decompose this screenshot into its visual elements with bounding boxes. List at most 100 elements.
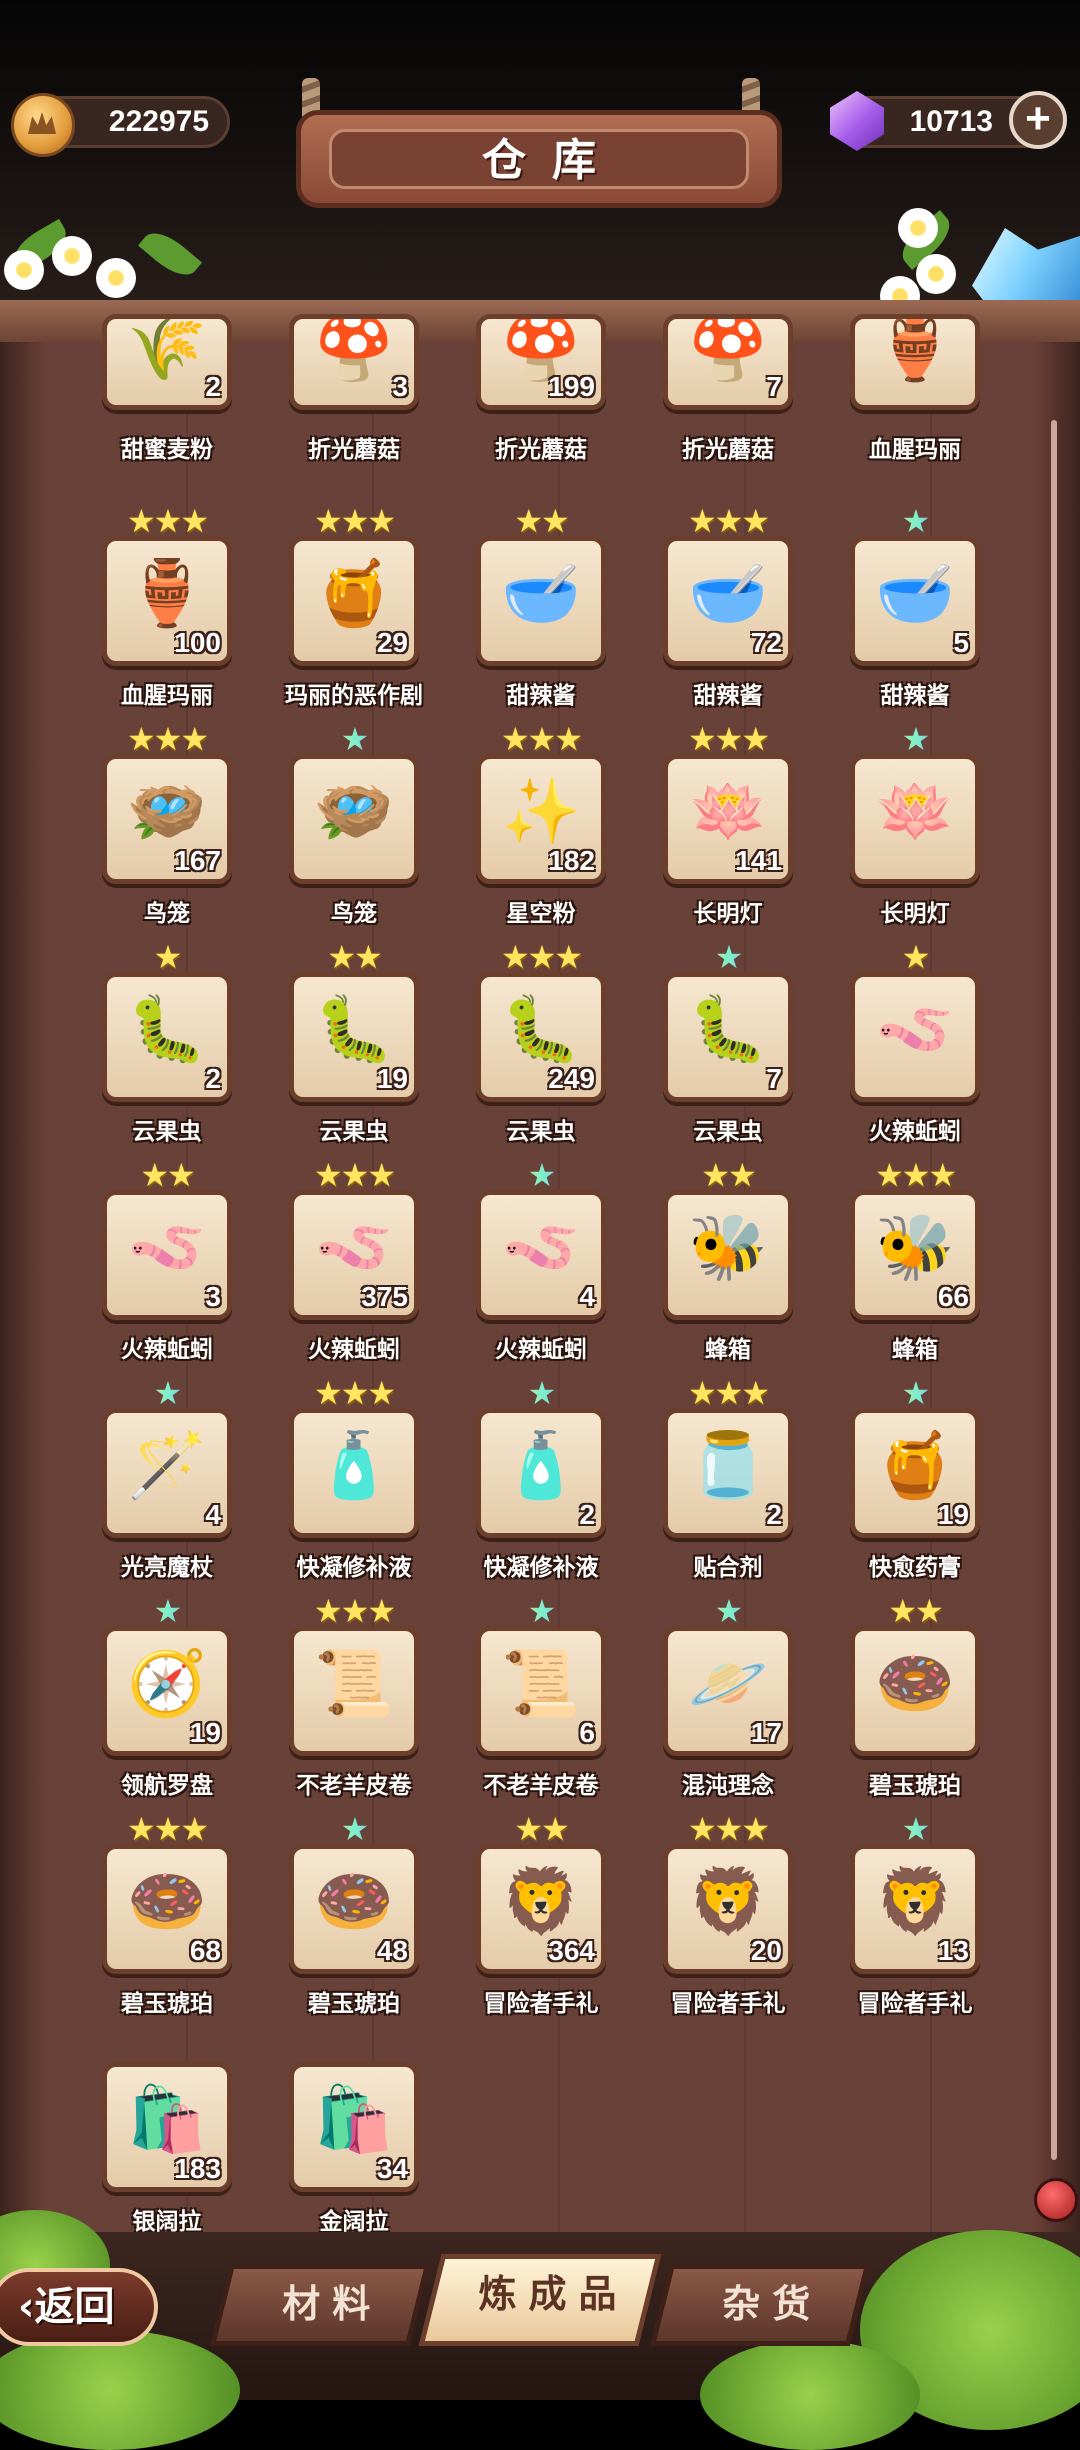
item-slot: 🥣 5 bbox=[850, 536, 980, 666]
pink-worm-icon: 🐛 bbox=[688, 993, 768, 1067]
inventory-item[interactable]: 🦁 20 ★★★ 冒险者手礼 bbox=[663, 1812, 803, 2017]
item-count: 100 bbox=[174, 627, 221, 658]
item-slot: 🪐 17 bbox=[663, 1626, 793, 1756]
inventory-item[interactable]: 🪷 141 ★★★ 长明灯 bbox=[663, 722, 803, 927]
item-slot: 🪱 375 bbox=[289, 1190, 419, 1320]
inventory-item[interactable]: 🥣 ★★ 甜辣酱 bbox=[476, 504, 616, 709]
item-count: 2 bbox=[579, 1499, 595, 1530]
item-count: 68 bbox=[189, 1935, 221, 1966]
item-slot: 🪱 3 bbox=[102, 1190, 232, 1320]
star-rating: ★★★ bbox=[687, 502, 770, 540]
item-name: 火辣蚯蚓 bbox=[495, 1337, 587, 1363]
rainbow-star-rating: ★ bbox=[850, 1376, 980, 1410]
inventory-item[interactable]: 🪺 ★ 鸟笼 bbox=[289, 722, 429, 927]
inventory-item[interactable]: 🛍️ 183 银阔拉 bbox=[102, 2030, 242, 2235]
inventory-item[interactable]: 🥣 72 ★★★ 甜辣酱 bbox=[663, 504, 803, 709]
inventory-item[interactable]: 🧴 2 ★ 快凝修补液 bbox=[476, 1376, 616, 1581]
inventory-item[interactable]: 🍩 48 ★ 碧玉琥珀 bbox=[289, 1812, 429, 2017]
tab-groceries[interactable]: 杂货 bbox=[649, 2264, 871, 2346]
inventory-item[interactable]: 🪄 4 ★ 光亮魔杖 bbox=[102, 1376, 242, 1581]
inventory-item[interactable]: 🍄 199 折光蘑菇 bbox=[476, 314, 616, 521]
item-slot: 🍯 19 bbox=[850, 1408, 980, 1538]
rainbow-star-rating: ★ bbox=[289, 1812, 419, 1846]
inventory-item[interactable]: 📜 6 ★ 不老羊皮卷 bbox=[476, 1594, 616, 1799]
inventory-item[interactable]: 🦁 364 ★★ 冒险者手礼 bbox=[476, 1812, 616, 2017]
item-slot: 🥣 bbox=[476, 536, 606, 666]
inventory-item[interactable]: 🐛 249 ★★★ 云果虫 bbox=[476, 940, 616, 1145]
star-rating: ★★ bbox=[888, 1592, 943, 1630]
spicy-earthworm-icon: 🪱 bbox=[314, 1211, 394, 1285]
item-name: 蜂箱 bbox=[705, 1337, 751, 1363]
inventory-item[interactable]: ✨ 182 ★★★ 星空粉 bbox=[476, 722, 616, 927]
inventory-item[interactable]: 🍯 19 ★ 快愈药膏 bbox=[850, 1376, 990, 1581]
inventory-item[interactable]: 📜 ★★★ 不老羊皮卷 bbox=[289, 1594, 429, 1799]
item-count: 3 bbox=[392, 371, 408, 402]
inventory-item[interactable]: 🐝 ★★ 蜂箱 bbox=[663, 1158, 803, 1363]
star-rating: ★★★ bbox=[126, 1810, 209, 1848]
item-name: 血腥玛丽 bbox=[121, 683, 213, 709]
black-hole-icon: 🪐 bbox=[688, 1647, 768, 1721]
item-count: 2 bbox=[766, 1499, 782, 1530]
inventory-item[interactable]: 🐛 19 ★★ 云果虫 bbox=[289, 940, 429, 1145]
inventory-item[interactable]: 🏺 100 ★★★ 血腥玛丽 bbox=[102, 504, 242, 709]
item-name: 快愈药膏 bbox=[869, 1555, 961, 1581]
scroll-icon: 📜 bbox=[314, 1647, 394, 1721]
beehive-icon: 🐝 bbox=[688, 1211, 768, 1285]
inventory-item[interactable]: 🍄 3 折光蘑菇 bbox=[289, 314, 429, 521]
chevron-left-icon: ‹ bbox=[18, 2284, 35, 2330]
spicy-earthworm-icon: 🪱 bbox=[501, 1211, 581, 1285]
inventory-item[interactable]: 🪱 375 ★★★ 火辣蚯蚓 bbox=[289, 1158, 429, 1363]
inventory-item[interactable]: 🦁 13 ★ 冒险者手礼 bbox=[850, 1812, 990, 2017]
inventory-item[interactable]: 🪺 167 ★★★ 鸟笼 bbox=[102, 722, 242, 927]
item-count: 7 bbox=[766, 1063, 782, 1094]
inventory-item[interactable]: 🐝 66 ★★★ 蜂箱 bbox=[850, 1158, 990, 1363]
star-rating: ★★★ bbox=[313, 1156, 396, 1194]
inventory-item[interactable]: 🧭 19 ★ 领航罗盘 bbox=[102, 1594, 242, 1799]
repair-tube-icon: 🧴 bbox=[501, 1429, 581, 1503]
item-name: 冒险者手礼 bbox=[483, 1991, 599, 2017]
inventory-item[interactable]: 🪱 ★ 火辣蚯蚓 bbox=[850, 940, 990, 1145]
lion-statue-icon: 🦁 bbox=[501, 1865, 581, 1939]
lion-statue-icon: 🦁 bbox=[875, 1865, 955, 1939]
item-count: 20 bbox=[750, 1935, 782, 1966]
inventory-item[interactable]: 🥣 5 ★ 甜辣酱 bbox=[850, 504, 990, 709]
inventory-item[interactable]: 🍄 7 折光蘑菇 bbox=[663, 314, 803, 521]
item-count: 19 bbox=[376, 1063, 408, 1094]
item-slot: 🍩 48 bbox=[289, 1844, 419, 1974]
item-slot: 🪱 bbox=[850, 972, 980, 1102]
scrollbar-thumb[interactable] bbox=[1034, 2178, 1078, 2222]
item-name: 星空粉 bbox=[506, 901, 576, 927]
inventory-item[interactable]: 🏺 血腥玛丽 bbox=[850, 314, 990, 521]
star-rating: ★★★ bbox=[687, 1374, 770, 1412]
inventory-item[interactable]: 🪐 17 ★ 混沌理念 bbox=[663, 1594, 803, 1799]
tab-materials[interactable]: 材料 bbox=[209, 2264, 431, 2346]
item-name: 快凝修补液 bbox=[296, 1555, 412, 1581]
rainbow-star-rating: ★ bbox=[476, 1158, 606, 1192]
inventory-item[interactable]: 🐛 7 ★ 云果虫 bbox=[663, 940, 803, 1145]
item-name: 甜辣酱 bbox=[506, 683, 576, 709]
inventory-item[interactable]: 🍩 68 ★★★ 碧玉琥珀 bbox=[102, 1812, 242, 2017]
inventory-item[interactable]: 🫙 2 ★★★ 贴合剂 bbox=[663, 1376, 803, 1581]
inventory-item[interactable]: 🪱 4 ★ 火辣蚯蚓 bbox=[476, 1158, 616, 1363]
inventory-item[interactable]: 🪷 ★ 长明灯 bbox=[850, 722, 990, 927]
inventory-item[interactable]: 🍩 ★★ 碧玉琥珀 bbox=[850, 1594, 990, 1799]
item-name: 金阔拉 bbox=[319, 2209, 389, 2235]
star-rating: ★★★ bbox=[313, 502, 396, 540]
inventory-item[interactable]: 🍯 29 ★★★ 玛丽的恶作剧 bbox=[285, 502, 429, 709]
item-slot: 🥣 72 bbox=[663, 536, 793, 666]
star-rating: ★★ bbox=[140, 1156, 195, 1194]
inventory-item[interactable]: 🪱 3 ★★ 火辣蚯蚓 bbox=[102, 1158, 242, 1363]
scrollbar-track[interactable] bbox=[1051, 420, 1057, 2160]
item-name: 云果虫 bbox=[693, 1119, 763, 1145]
item-name: 火辣蚯蚓 bbox=[121, 1337, 213, 1363]
inventory-item[interactable]: 🧴 ★★★ 快凝修补液 bbox=[289, 1376, 429, 1581]
item-name: 碧玉琥珀 bbox=[121, 1991, 213, 2017]
inventory-item[interactable]: 🛍️ 34 金阔拉 bbox=[289, 2030, 429, 2235]
inventory-item[interactable]: 🌾 2 甜蜜麦粉 bbox=[102, 314, 242, 521]
pink-worm-icon: 🐛 bbox=[501, 993, 581, 1067]
item-name: 长明灯 bbox=[880, 901, 950, 927]
back-button[interactable]: ‹返回 bbox=[0, 2268, 158, 2346]
tab-refined-products[interactable]: 炼成品 bbox=[418, 2254, 662, 2346]
chili-sauce-plate-icon: 🥣 bbox=[688, 557, 768, 631]
inventory-item[interactable]: 🐛 2 ★ 云果虫 bbox=[102, 940, 242, 1145]
